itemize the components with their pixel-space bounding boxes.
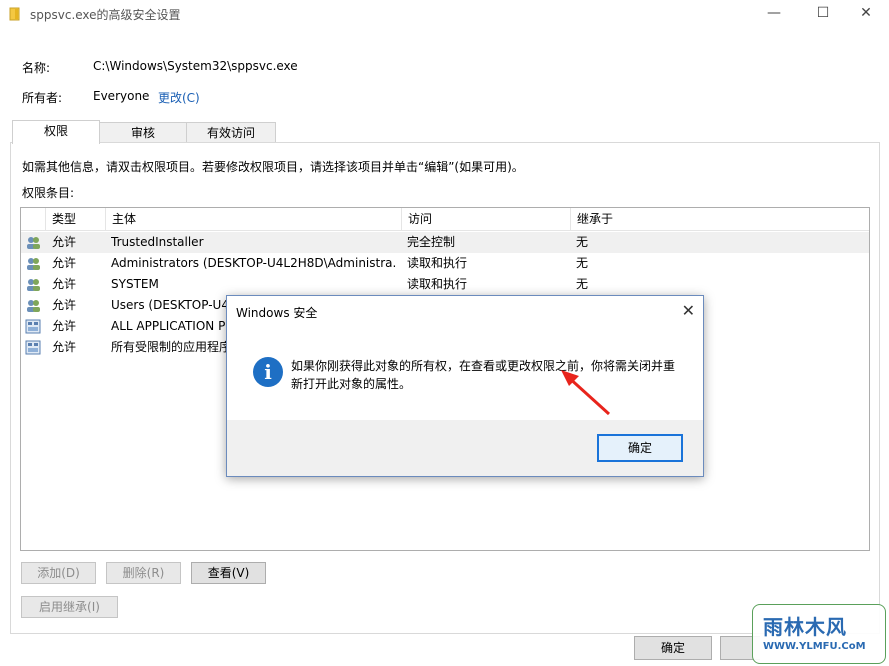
table-row[interactable]: 允许 TrustedInstaller 完全控制 无 xyxy=(21,232,869,253)
window-title: sppsvc.exe的高级安全设置 xyxy=(30,8,181,22)
row-type: 允许 xyxy=(52,319,77,333)
row-principal: 所有受限制的应用程序 xyxy=(111,340,232,354)
table-row[interactable]: 允许 SYSTEM 读取和执行 无 xyxy=(21,274,869,295)
row-type: 允许 xyxy=(52,235,77,249)
column-header-access[interactable]: 访问 xyxy=(401,208,570,230)
row-access: 读取和执行 xyxy=(407,256,468,270)
ok-button[interactable]: 确定 xyxy=(634,636,712,660)
row-principal: SYSTEM xyxy=(111,277,159,291)
close-button[interactable]: ✕ xyxy=(843,0,889,28)
title-bar: sppsvc.exe的高级安全设置 — ☐ ✕ xyxy=(0,0,889,28)
row-type: 允许 xyxy=(52,256,77,270)
users-icon xyxy=(27,279,40,291)
row-type: 允许 xyxy=(52,298,77,312)
row-inherited: 无 xyxy=(576,256,589,270)
app-package-icon xyxy=(25,319,41,334)
column-header-inherited[interactable]: 继承于 xyxy=(570,208,869,230)
tab-effective-access[interactable]: 有效访问 xyxy=(186,122,276,143)
dialog-footer: 确定 xyxy=(227,420,703,476)
tab-permissions[interactable]: 权限 xyxy=(12,120,100,144)
watermark-title: 雨林木风 xyxy=(763,615,847,639)
app-package-icon xyxy=(25,340,41,355)
permission-entries-label: 权限条目: xyxy=(22,186,75,200)
row-type: 允许 xyxy=(52,340,77,354)
dialog-close-button[interactable]: ✕ xyxy=(682,301,695,320)
dialog-message: 如果你刚获得此对象的所有权，在查看或更改权限之前，你将需关闭并重新打开此对象的属… xyxy=(291,359,676,391)
security-dialog: Windows 安全 ✕ i 如果你刚获得此对象的所有权，在查看或更改权限之前，… xyxy=(226,295,704,477)
row-principal: ALL APPLICATION P xyxy=(111,319,226,333)
change-owner-link[interactable]: 更改(C) xyxy=(158,89,200,106)
tab-auditing[interactable]: 审核 xyxy=(98,122,188,143)
row-principal: Users (DESKTOP-U4 xyxy=(111,298,229,312)
dialog-title: Windows 安全 xyxy=(236,306,318,320)
owner-label: 所有者: xyxy=(22,91,63,105)
users-icon xyxy=(27,258,40,270)
name-value: C:\Windows\System32\sppsvc.exe xyxy=(93,59,298,73)
instructions-text: 如需其他信息，请双击权限项目。若要修改权限项目，请选择该项目并单击“编辑”(如果… xyxy=(22,160,524,174)
watermark-url: WWW.YLMFU.CoM xyxy=(763,641,866,652)
row-inherited: 无 xyxy=(576,235,589,249)
maximize-button[interactable]: ☐ xyxy=(800,0,846,28)
column-header-principal[interactable]: 主体 xyxy=(105,208,401,230)
folder-icon xyxy=(9,7,20,21)
users-icon xyxy=(27,300,40,312)
row-access: 完全控制 xyxy=(407,235,456,249)
table-row[interactable]: 允许 Administrators (DESKTOP-U4L2H8D\Admin… xyxy=(21,253,869,274)
remove-button[interactable]: 删除(R) xyxy=(106,562,181,584)
red-arrow-annotation xyxy=(561,370,611,416)
name-label: 名称: xyxy=(22,61,51,75)
owner-value: Everyone xyxy=(93,89,150,103)
row-type: 允许 xyxy=(52,277,77,291)
enable-inheritance-button[interactable]: 启用继承(I) xyxy=(21,596,118,618)
minimize-button[interactable]: — xyxy=(751,0,797,28)
dialog-ok-button[interactable]: 确定 xyxy=(597,434,683,462)
info-icon: i xyxy=(253,357,283,387)
list-header: 类型 主体 访问 继承于 xyxy=(21,208,869,231)
row-principal: Administrators (DESKTOP-U4L2H8D\Administ… xyxy=(111,256,397,270)
row-access: 读取和执行 xyxy=(407,277,468,291)
view-button[interactable]: 查看(V) xyxy=(191,562,266,584)
add-button[interactable]: 添加(D) xyxy=(21,562,96,584)
site-watermark-logo: 雨林木风 WWW.YLMFU.CoM xyxy=(752,604,886,664)
row-principal: TrustedInstaller xyxy=(111,235,204,249)
users-icon xyxy=(27,237,40,249)
row-inherited: 无 xyxy=(576,277,589,291)
